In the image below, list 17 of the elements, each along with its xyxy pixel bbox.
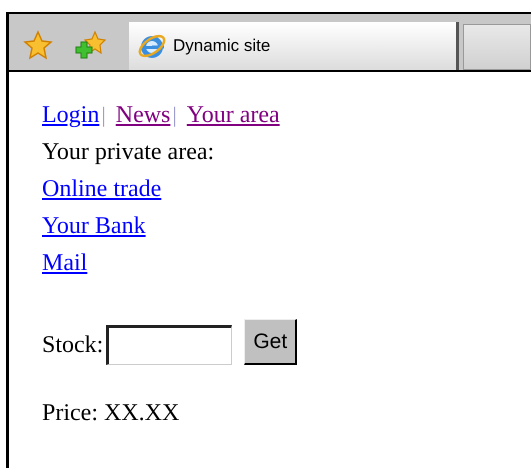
- section-heading: Your private area:: [42, 138, 214, 167]
- separator: |: [101, 101, 106, 129]
- add-favorite-icon[interactable]: [75, 30, 107, 60]
- link[interactable]: Mail: [42, 250, 88, 276]
- separator: |: [172, 101, 177, 129]
- new-tab-button[interactable]: [463, 24, 531, 70]
- stock-field[interactable]: [106, 325, 232, 365]
- stock-label: Stock:: [42, 330, 104, 360]
- link[interactable]: Your Bank: [42, 213, 146, 239]
- link[interactable]: Login: [42, 97, 100, 134]
- link[interactable]: News: [116, 97, 170, 134]
- get-button[interactable]: Get: [244, 319, 298, 365]
- browser-tab[interactable]: Dynamic site: [129, 22, 459, 70]
- link[interactable]: Online trade: [42, 176, 162, 202]
- favorites-star-icon[interactable]: [23, 30, 53, 60]
- price-text: Price: XX.XX: [42, 399, 180, 428]
- link[interactable]: Your area: [186, 97, 280, 134]
